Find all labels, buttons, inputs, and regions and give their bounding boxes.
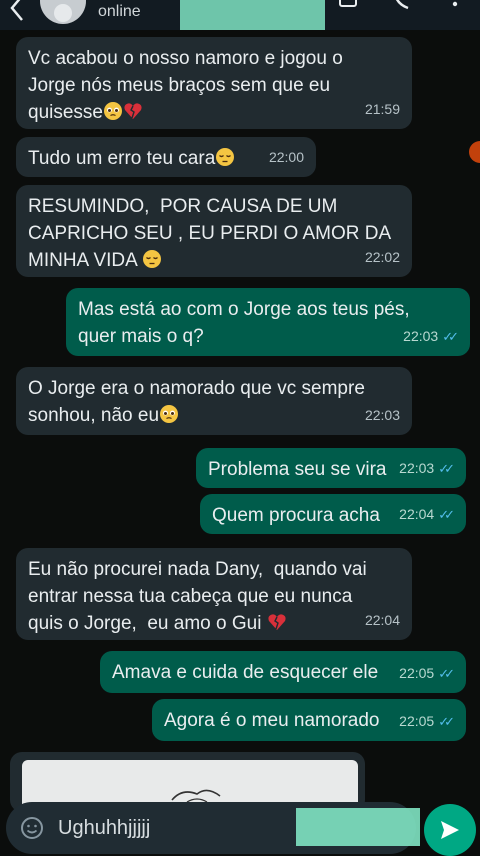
message-time: 22:05 <box>399 713 435 729</box>
pleading-face-icon <box>104 102 122 120</box>
read-ticks-icon: ✓✓ <box>438 461 455 476</box>
message-text: Agora é o meu namorado <box>164 710 380 731</box>
scroll-indicator[interactable] <box>469 141 480 163</box>
message-meta: 22:03 ✓✓ <box>399 455 455 482</box>
message-meta: 22:02 <box>365 244 400 271</box>
send-button[interactable] <box>424 804 476 856</box>
chat-header: online <box>0 0 480 30</box>
read-ticks-icon: ✓✓ <box>438 714 455 729</box>
message-time: 22:00 <box>268 149 304 165</box>
message-meta: 22:03 ✓✓ <box>403 323 459 350</box>
phone-call-icon[interactable] <box>392 0 414 14</box>
message-time: 22:03 <box>364 407 400 423</box>
message-meta: 22:04 <box>365 607 400 634</box>
pleading-face-icon <box>160 405 179 423</box>
broken-heart-icon <box>124 103 142 119</box>
send-icon <box>441 821 459 839</box>
message-time: 22:05 <box>399 665 435 681</box>
emoji-icon[interactable] <box>20 816 44 840</box>
read-ticks-icon: ✓✓ <box>438 666 455 681</box>
message-time: 22:03 <box>403 328 439 344</box>
message-incoming[interactable]: Eu não procurei nada Dany, quando vai en… <box>16 548 412 640</box>
message-text: Amava e cuida de esquecer ele <box>112 662 379 683</box>
message-meta: 22:05 ✓✓ <box>399 708 455 735</box>
message-incoming[interactable]: Tudo um erro teu cara 22:00 <box>16 137 316 177</box>
message-incoming[interactable]: RESUMINDO, POR CAUSA DE UM CAPRICHO SEU … <box>16 185 412 277</box>
message-time: 22:03 <box>399 460 435 476</box>
read-ticks-icon: ✓✓ <box>438 507 455 522</box>
message-text: O Jorge era o namorado que vc sempre son… <box>28 378 365 426</box>
message-meta: 22:04 ✓✓ <box>399 501 455 528</box>
message-text: Eu não procurei nada Dany, quando vai en… <box>28 559 367 634</box>
video-call-icon[interactable] <box>338 0 364 14</box>
read-ticks-icon: ✓✓ <box>442 329 459 344</box>
message-text: Mas está ao com o Jorge aos teus pés, qu… <box>78 299 410 347</box>
message-outgoing[interactable]: Amava e cuida de esquecer ele 22:05 ✓✓ <box>100 651 466 693</box>
message-incoming[interactable]: O Jorge era o namorado que vc sempre son… <box>16 367 412 435</box>
message-meta: 22:03 <box>365 402 400 429</box>
message-meta: 22:05 ✓✓ <box>399 660 455 687</box>
pensive-face-icon <box>216 148 235 166</box>
message-text: RESUMINDO, POR CAUSA DE UM CAPRICHO SEU … <box>28 196 392 271</box>
message-text: Problema seu se vira <box>208 459 387 480</box>
message-text: Quem procura acha <box>212 505 380 526</box>
contact-status: online <box>98 3 141 20</box>
message-time: 22:04 <box>364 612 400 628</box>
message-outgoing[interactable]: Mas está ao com o Jorge aos teus pés, qu… <box>66 288 470 356</box>
message-outgoing[interactable]: Problema seu se vira 22:03 ✓✓ <box>196 448 466 488</box>
message-incoming[interactable]: Vc acabou o nosso namoro e jogou o Jorge… <box>16 37 412 129</box>
redaction-mark <box>296 808 420 846</box>
redaction-mark <box>180 0 325 30</box>
message-meta: 22:00 <box>269 144 304 171</box>
broken-heart-icon <box>268 614 286 630</box>
avatar[interactable] <box>40 0 86 24</box>
message-meta: 21:59 <box>365 96 400 123</box>
message-outgoing[interactable]: Agora é o meu namorado 22:05 ✓✓ <box>152 699 466 741</box>
message-text: Tudo um erro teu cara <box>28 148 216 169</box>
message-text: Vc acabou o nosso namoro e jogou o Jorge… <box>28 48 343 123</box>
pensive-face-icon <box>143 250 162 268</box>
message-time: 22:02 <box>364 249 400 265</box>
back-arrow-icon[interactable] <box>6 0 30 24</box>
message-input[interactable]: Ughuhhjjjjj <box>58 817 150 840</box>
message-outgoing[interactable]: Quem procura acha 22:04 ✓✓ <box>200 494 466 534</box>
menu-icon[interactable] <box>450 0 460 14</box>
message-time: 22:04 <box>399 506 435 522</box>
message-time: 21:59 <box>364 101 400 117</box>
